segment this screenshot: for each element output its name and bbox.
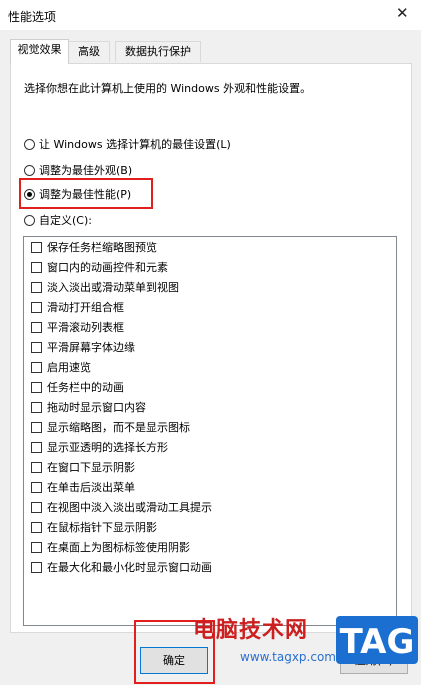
checkbox-item[interactable]: 启用速览 — [31, 358, 91, 376]
checkbox-label: 窗口内的动画控件和元素 — [47, 261, 168, 274]
checkbox-item[interactable]: 滑动打开组合框 — [31, 298, 124, 316]
checkbox-label: 在桌面上为图标标签使用阴影 — [47, 541, 190, 554]
checkbox-item[interactable]: 在鼠标指针下显示阴影 — [31, 518, 157, 536]
checkbox-icon — [31, 481, 42, 493]
checkbox-item[interactable]: 任务栏中的动画 — [31, 378, 124, 396]
effects-listbox[interactable]: 保存任务栏缩略图预览 窗口内的动画控件和元素 淡入淡出或滑动菜单到视图 滑动打开… — [23, 236, 397, 626]
checkbox-icon — [31, 461, 42, 473]
checkbox-label: 在窗口下显示阴影 — [47, 461, 135, 474]
checkbox-label: 在单击后淡出菜单 — [47, 481, 135, 494]
tab-advanced[interactable]: 高级 — [68, 41, 110, 62]
checkbox-label: 滑动打开组合框 — [47, 301, 124, 314]
checkbox-item[interactable]: 显示亚透明的选择长方形 — [31, 438, 168, 456]
checkbox-label: 平滑屏幕字体边缘 — [47, 341, 135, 354]
checkbox-item[interactable]: 保存任务栏缩略图预览 — [31, 238, 157, 256]
checkbox-label: 拖动时显示窗口内容 — [47, 401, 146, 414]
radio-label: 让 Windows 选择计算机的最佳设置(L) — [39, 138, 231, 151]
watermark-url: www.tagxp.com — [240, 650, 336, 664]
title-bar: 性能选项 ✕ — [0, 0, 421, 30]
checkbox-label: 显示缩略图，而不是显示图标 — [47, 421, 190, 434]
checkbox-icon — [31, 281, 42, 293]
checkbox-item[interactable]: 在桌面上为图标标签使用阴影 — [31, 538, 190, 556]
radio-custom[interactable]: 自定义(C): — [24, 211, 92, 229]
checkbox-icon — [31, 541, 42, 553]
radio-best-appearance[interactable]: 调整为最佳外观(B) — [24, 161, 132, 179]
checkbox-item[interactable]: 在最大化和最小化时显示窗口动画 — [31, 558, 212, 576]
checkbox-icon — [31, 421, 42, 433]
checkbox-icon — [31, 441, 42, 453]
radio-label: 自定义(C): — [39, 214, 92, 227]
checkbox-icon — [31, 301, 42, 313]
checkbox-item[interactable]: 淡入淡出或滑动菜单到视图 — [31, 278, 179, 296]
checkbox-icon — [31, 381, 42, 393]
tag-logo-icon: TAG — [336, 616, 418, 664]
checkbox-label: 任务栏中的动画 — [47, 381, 124, 394]
checkbox-label: 平滑滚动列表框 — [47, 321, 124, 334]
tab-dep[interactable]: 数据执行保护 — [115, 41, 201, 62]
checkbox-item[interactable]: 窗口内的动画控件和元素 — [31, 258, 168, 276]
checkbox-item[interactable]: 拖动时显示窗口内容 — [31, 398, 146, 416]
checkbox-icon — [31, 241, 42, 253]
radio-icon — [24, 164, 35, 176]
highlight-box — [19, 178, 153, 209]
radio-let-windows-choose[interactable]: 让 Windows 选择计算机的最佳设置(L) — [24, 135, 231, 153]
checkbox-icon — [31, 561, 42, 573]
checkbox-label: 在视图中淡入淡出或滑动工具提示 — [47, 501, 212, 514]
checkbox-item[interactable]: 平滑滚动列表框 — [31, 318, 124, 336]
window-title: 性能选项 — [8, 10, 57, 24]
checkbox-item[interactable]: 显示缩略图，而不是显示图标 — [31, 418, 190, 436]
checkbox-label: 保存任务栏缩略图预览 — [47, 241, 157, 254]
checkbox-item[interactable]: 在窗口下显示阴影 — [31, 458, 135, 476]
checkbox-label: 在鼠标指针下显示阴影 — [47, 521, 157, 534]
description-text: 选择你想在此计算机上使用的 Windows 外观和性能设置。 — [24, 82, 312, 95]
checkbox-label: 启用速览 — [47, 361, 91, 374]
radio-icon — [24, 138, 35, 150]
checkbox-icon — [31, 361, 42, 373]
tag-logo-text: TAG — [340, 622, 415, 662]
checkbox-icon — [31, 501, 42, 513]
checkbox-icon — [31, 521, 42, 533]
checkbox-icon — [31, 261, 42, 273]
tab-visual-effects[interactable]: 视觉效果 — [10, 39, 69, 64]
checkbox-label: 淡入淡出或滑动菜单到视图 — [47, 281, 179, 294]
radio-icon — [24, 214, 35, 226]
checkbox-label: 显示亚透明的选择长方形 — [47, 441, 168, 454]
checkbox-item[interactable]: 平滑屏幕字体边缘 — [31, 338, 135, 356]
checkbox-label: 在最大化和最小化时显示窗口动画 — [47, 561, 212, 574]
checkbox-icon — [31, 321, 42, 333]
checkbox-icon — [31, 401, 42, 413]
radio-label: 调整为最佳外观(B) — [39, 164, 133, 177]
checkbox-item[interactable]: 在单击后淡出菜单 — [31, 478, 135, 496]
checkbox-item[interactable]: 在视图中淡入淡出或滑动工具提示 — [31, 498, 212, 516]
close-icon[interactable]: ✕ — [396, 4, 409, 22]
watermark-text: 电脑技术网 — [193, 618, 309, 643]
checkbox-icon — [31, 341, 42, 353]
